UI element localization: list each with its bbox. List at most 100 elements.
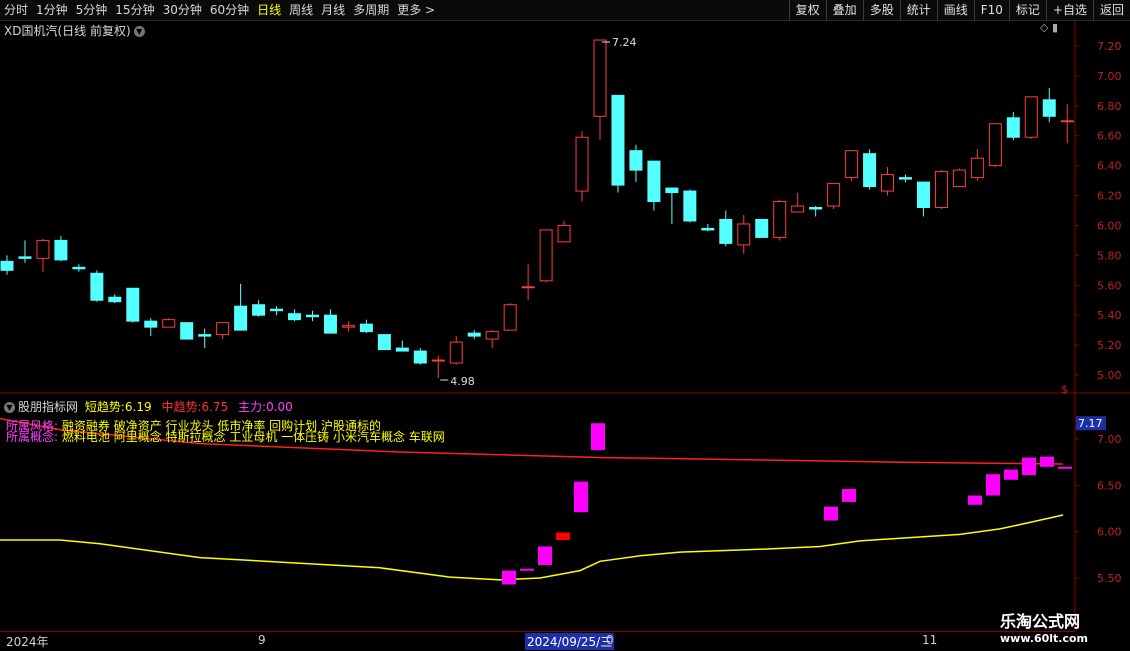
stock-title-text: XD国机汽(日线 前复权)	[4, 24, 131, 38]
stock-title[interactable]: XD国机汽(日线 前复权) ▼	[4, 22, 145, 39]
main-force-bar	[502, 570, 516, 585]
concept-label: 所属概念:	[6, 430, 59, 444]
candle-body	[18, 256, 32, 259]
main-force-bar	[556, 532, 570, 541]
chevron-down-icon[interactable]: ▼	[133, 26, 145, 37]
candle-body	[377, 334, 391, 351]
indicator-y-ticks: 7.00 6.50 6.00 5.50 7.17	[1075, 416, 1122, 585]
current-value-label: 7.17	[1078, 417, 1103, 430]
candle-body	[827, 183, 841, 207]
candle-body	[449, 341, 463, 364]
candle-body	[323, 314, 337, 334]
tab-60min[interactable]: 60分钟	[206, 0, 253, 20]
f10-button[interactable]: F10	[973, 0, 1009, 20]
tab-5min[interactable]: 5分钟	[72, 0, 112, 20]
candle-body	[575, 136, 589, 192]
candle-body	[629, 150, 643, 171]
candle-body	[899, 177, 912, 180]
indicator-header[interactable]: ▼ 股朋指标网 短趋势:6.19 中趋势:6.75 主力:0.00	[4, 398, 293, 415]
candle-body	[108, 296, 122, 303]
tab-multi-period[interactable]: 多周期	[349, 0, 393, 20]
short-trend-value: 6.19	[124, 400, 152, 414]
tab-monthly[interactable]: 月线	[317, 0, 349, 20]
candle-body	[1006, 117, 1020, 138]
candle-body	[863, 153, 877, 188]
main-force-label: 主力:	[238, 400, 267, 414]
candle-body	[395, 347, 409, 352]
overlay-button[interactable]: 叠加	[825, 0, 863, 20]
candle-body	[485, 331, 499, 340]
y-tick-label: 7.00	[1097, 70, 1122, 83]
candle-body	[934, 171, 948, 209]
back-button[interactable]: 返回	[1092, 0, 1130, 20]
candle-body	[988, 123, 1002, 167]
restore-rights-button[interactable]: 复权	[788, 0, 826, 20]
draw-line-button[interactable]: 画线	[936, 0, 974, 20]
candle-body	[54, 239, 68, 261]
watermark-url: www.60lt.com	[1000, 632, 1089, 645]
candle-body	[341, 325, 355, 328]
candle-body	[593, 39, 607, 117]
tab-15min[interactable]: 15分钟	[111, 0, 158, 20]
tab-more[interactable]: 更多 >	[393, 0, 439, 20]
main-force-bar	[591, 423, 605, 451]
tab-daily[interactable]: 日线	[253, 0, 285, 20]
multi-stock-button[interactable]: 多股	[862, 0, 900, 20]
add-watchlist-button[interactable]: +自选	[1045, 0, 1093, 20]
main-force-bar	[520, 568, 534, 571]
y-tick-label: 6.60	[1097, 130, 1122, 143]
candle-body	[503, 304, 517, 331]
candle-body	[36, 239, 50, 259]
candle-body	[72, 266, 86, 270]
chart-canvas: 7.20 7.00 6.80 6.60 6.40 6.20 6.00 5.80 5.60 5.40…	[0, 21, 1130, 631]
candle-body	[719, 218, 733, 244]
candle-body	[1042, 99, 1056, 117]
candle-body	[647, 160, 661, 203]
date-label-nov: 11	[922, 633, 938, 647]
y-tick-label: 5.40	[1097, 309, 1122, 322]
date-label-oct: 0	[606, 633, 614, 647]
dollar-icon: $	[1061, 383, 1068, 396]
candle-body	[413, 350, 427, 364]
y-tick-label: 5.60	[1097, 279, 1122, 292]
tab-intraday[interactable]: 分时	[0, 0, 32, 20]
candle-body	[539, 229, 553, 282]
candle-body	[144, 320, 158, 328]
tab-30min[interactable]: 30分钟	[159, 0, 206, 20]
tab-weekly[interactable]: 周线	[285, 0, 317, 20]
main-force-value: 0.00	[266, 400, 293, 414]
candles	[0, 39, 1074, 378]
mark-button[interactable]: 标记	[1008, 0, 1046, 20]
candle-body	[359, 323, 373, 333]
concept-line: 所属概念: 燃料电池 阿里概念 特斯拉概念 工业母机 一体压铸 小米汽车概念 车…	[6, 428, 445, 445]
main-force-bar	[1058, 466, 1072, 469]
ind-y-tick-label: 7.00	[1097, 433, 1122, 446]
statistics-button[interactable]: 统计	[899, 0, 937, 20]
candle-body	[467, 332, 481, 337]
candle-body	[791, 205, 805, 213]
candle-body	[665, 187, 679, 194]
candle-body	[270, 308, 284, 312]
diamond-icon[interactable]: ◇	[1040, 21, 1048, 34]
candle-body	[1024, 96, 1038, 138]
date-label-year: 2024年	[6, 635, 49, 649]
ind-y-tick-label: 6.50	[1097, 479, 1122, 492]
panel-toggle-icon[interactable]: ▮	[1052, 21, 1058, 34]
candle-body	[845, 150, 859, 179]
date-label-sep: 9	[258, 633, 266, 647]
candle-body	[288, 313, 302, 321]
y-tick-label: 7.20	[1097, 40, 1122, 53]
candle-body	[970, 157, 984, 179]
candle-body	[305, 314, 319, 318]
y-tick-label: 6.80	[1097, 100, 1122, 113]
tab-1min[interactable]: 1分钟	[32, 0, 72, 20]
chevron-down-icon[interactable]: ▼	[4, 402, 15, 413]
candle-body	[683, 190, 697, 222]
candle-body	[881, 174, 895, 192]
candle-body	[952, 169, 966, 188]
candle-body	[773, 201, 787, 238]
concept-text: 燃料电池 阿里概念 特斯拉概念 工业母机 一体压铸 小米汽车概念 车联网	[61, 430, 445, 444]
y-tick-label: 5.20	[1097, 339, 1122, 352]
indicator-name: 股朋指标网	[18, 400, 79, 414]
main-force-bar	[1040, 456, 1054, 467]
